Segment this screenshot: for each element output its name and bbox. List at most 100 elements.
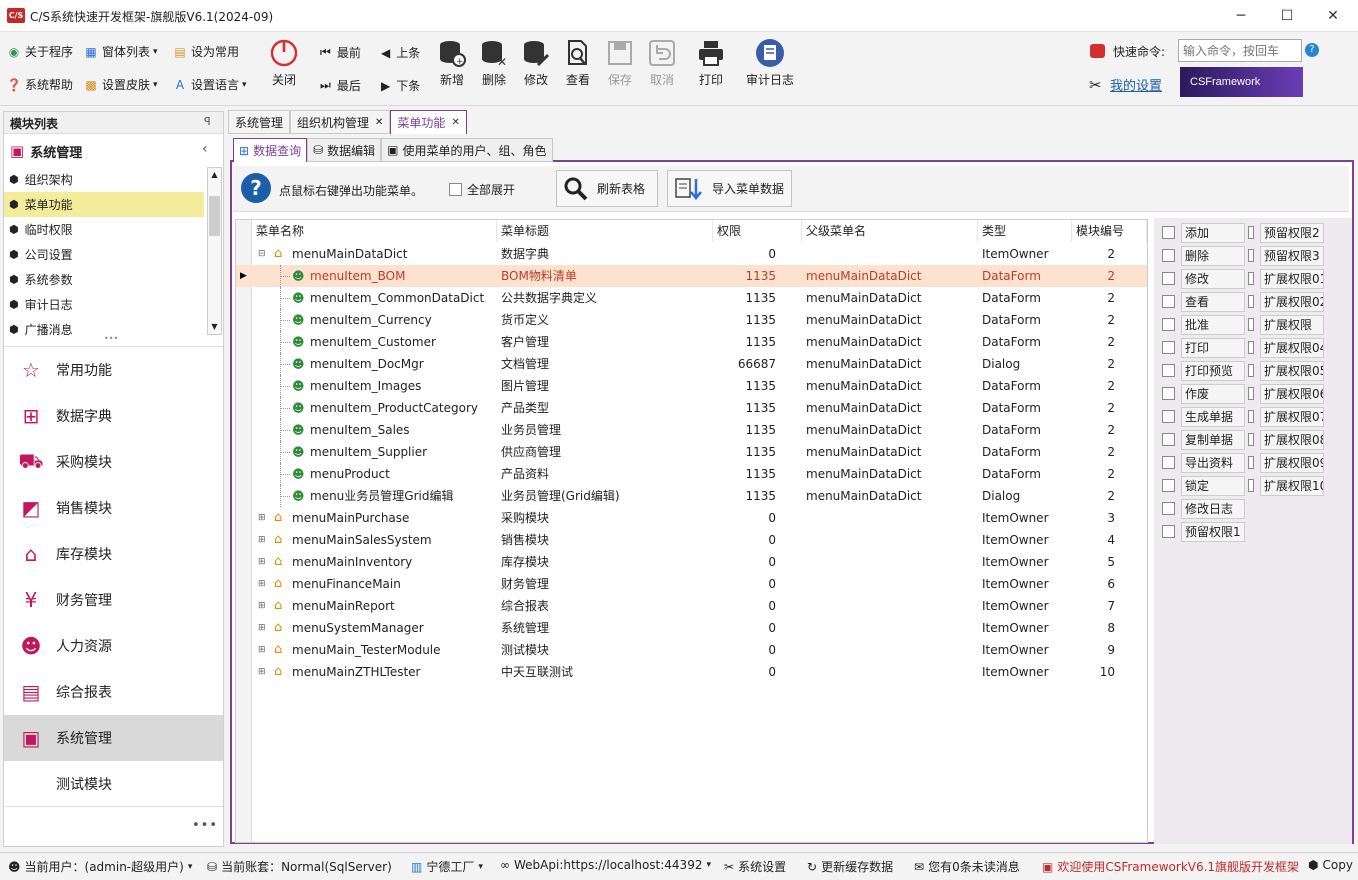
permission-checkbox[interactable]: 查看 (1162, 291, 1245, 312)
table-row[interactable]: ▶ ☻ menuItem_BOM BOM物料清单 1135 menuMainDataDic… (236, 265, 1147, 287)
permission-checkbox[interactable]: 生成单据 (1162, 406, 1245, 427)
import-menu-button[interactable]: 导入菜单数据 (667, 170, 792, 207)
permission-checkbox[interactable]: 扩展权限02 (1248, 291, 1324, 312)
col-header-type[interactable]: 类型 (978, 220, 1072, 242)
subtab-query[interactable]: ⊞ 数据查询 (233, 138, 308, 162)
delete-button[interactable]: ✕ 删除 (474, 38, 514, 88)
permission-checkbox[interactable]: 批准 (1162, 314, 1245, 335)
cancel-button[interactable]: 取消 (642, 38, 682, 88)
prev-record-button[interactable]: ◀ 上条 (381, 44, 420, 61)
expand-all-checkbox[interactable]: 全部展开 (449, 181, 515, 198)
chevron-down-icon[interactable]: ▾ (188, 862, 193, 872)
module-tree-item[interactable]: ⬢ 公司设置 (4, 242, 204, 267)
language-button[interactable]: A 设置语言 ▾ (172, 76, 247, 93)
tab-menu-functions[interactable]: 菜单功能 ✕ (390, 110, 467, 134)
module-group-header[interactable]: ▣ 系统管理 ‹ (4, 139, 223, 163)
nav-group-item[interactable]: ☻ 人力资源 (4, 623, 223, 669)
add-button[interactable]: + 新增 (432, 38, 472, 88)
next-record-button[interactable]: ▶ 下条 (381, 77, 420, 94)
close-tab-icon[interactable]: ✕ (375, 117, 383, 128)
expand-toggle-icon[interactable]: ⊞ (258, 573, 266, 595)
col-header-permission[interactable]: 权限 (713, 220, 802, 242)
table-row[interactable]: ☻ menuItem_CommonDataDict 公共数据字典定义 1135 menu… (236, 287, 1147, 309)
table-row[interactable]: ⊞ ⌂ menuMainPurchase 采购模块 0 ItemOwner 3 (236, 507, 1147, 529)
nav-group-item[interactable]: ⊞ 数据字典 (4, 393, 223, 439)
quick-command-input[interactable] (1178, 39, 1302, 62)
close-tab-icon[interactable]: ✕ (451, 117, 459, 128)
tab-system-management[interactable]: 系统管理 (228, 110, 291, 134)
permission-checkbox[interactable]: 作废 (1162, 383, 1245, 404)
nav-group-item[interactable]: ⛟ 采购模块 (4, 439, 223, 485)
set-favorite-button[interactable]: ▤ 设为常用 (172, 43, 239, 60)
permission-checkbox[interactable]: 扩展权限09 (1248, 452, 1324, 473)
nav-group-item[interactable]: ▤ 综合报表 (4, 669, 223, 715)
expand-toggle-icon[interactable]: ⊞ (258, 617, 266, 639)
expand-toggle-icon[interactable]: ⊞ (258, 661, 266, 683)
permission-checkbox[interactable]: 预留权限1 (1162, 521, 1245, 542)
table-row[interactable]: ☻ menuItem_Currency 货币定义 1135 menuMainDataDi… (236, 309, 1147, 331)
nav-group-item[interactable]: 测试模块 (4, 761, 223, 807)
tab-org-management[interactable]: 组织机构管理 ✕ (290, 110, 391, 134)
collapse-chevron-icon[interactable]: ‹ (202, 141, 208, 157)
nav-group-item[interactable]: ⌂ 库存模块 (4, 531, 223, 577)
subtab-edit[interactable]: ⛁ 数据编辑 (307, 138, 382, 162)
table-row[interactable]: ⊞ ⌂ menuFinanceMain 财务管理 0 ItemOwner 6 (236, 573, 1147, 595)
permission-checkbox[interactable]: 预留权限2 (1248, 222, 1324, 243)
edit-button[interactable]: 修改 (516, 38, 556, 88)
permission-checkbox[interactable]: 复制单据 (1162, 429, 1245, 450)
expand-toggle-icon[interactable]: ⊞ (258, 507, 266, 529)
expand-toggle-icon[interactable]: ⊞ (258, 639, 266, 661)
last-record-button[interactable]: ⏭ 最后 (320, 77, 361, 94)
module-tree-item[interactable]: ⬢ 临时权限 (4, 217, 204, 242)
status-system-settings[interactable]: ✂ 系统设置 (724, 858, 786, 875)
permission-checkbox[interactable]: 扩展权限08 (1248, 429, 1324, 450)
nav-group-item[interactable]: ☆ 常用功能 (4, 347, 223, 393)
permission-checkbox[interactable]: 锁定 (1162, 475, 1245, 496)
view-button[interactable]: 查看 (558, 38, 598, 88)
pin-panel-icon[interactable]: ꟼ (204, 115, 211, 128)
permission-checkbox[interactable]: 打印 (1162, 337, 1245, 358)
permission-checkbox[interactable]: 修改日志 (1162, 498, 1245, 519)
permission-checkbox[interactable]: 扩展权限06 (1248, 383, 1324, 404)
col-header-title[interactable]: 菜单标题 (497, 220, 713, 242)
window-list-button[interactable]: ▦ 窗体列表 ▾ (83, 43, 157, 60)
status-messages[interactable]: ✉ 您有0条未读消息 (914, 858, 1020, 875)
tree-scrollbar[interactable]: ▲ ▼ (207, 167, 222, 335)
module-tree-item[interactable]: ⬢ 组织架构 (4, 167, 204, 192)
col-header-module[interactable]: 模块编号 (1072, 220, 1147, 242)
nav-group-item[interactable]: ¥ 财务管理 (4, 577, 223, 623)
table-row[interactable]: ⊞ ⌂ menuMainZTHLTester 中天互联测试 0 ItemOwner 10 (236, 661, 1147, 683)
table-row[interactable]: ⊞ ⌂ menuMainInventory 库存模块 0 ItemOwner 5 (236, 551, 1147, 573)
permission-checkbox[interactable]: 扩展权限 (1248, 314, 1324, 335)
permission-checkbox[interactable]: 删除 (1162, 245, 1245, 266)
expand-toggle-icon[interactable]: ⊞ (258, 595, 266, 617)
table-row[interactable]: ☻ menuItem_Sales 业务员管理 1135 menuMainDataDict… (236, 419, 1147, 441)
col-header-name[interactable]: 菜单名称 (252, 220, 497, 242)
table-row[interactable]: ⊞ ⌂ menuSystemManager 系统管理 0 ItemOwner 8 (236, 617, 1147, 639)
permission-checkbox[interactable]: 扩展权限05 (1248, 360, 1324, 381)
status-webapi[interactable]: ∞ WebApi:https://localhost:44392 ▾ (500, 858, 711, 872)
audit-log-button[interactable]: 审计日志 (744, 38, 796, 88)
refresh-grid-button[interactable]: 刷新表格 (556, 170, 658, 207)
save-button[interactable]: 保存 (600, 38, 640, 88)
skin-button[interactable]: ▩ 设置皮肤 ▾ (83, 76, 157, 93)
nav-group-item[interactable]: ◩ 销售模块 (4, 485, 223, 531)
permission-checkbox[interactable]: 扩展权限10 (1248, 475, 1324, 496)
expand-toggle-icon[interactable]: ⊟ (258, 243, 266, 265)
about-button[interactable]: ◉ 关于程序 (6, 43, 73, 60)
module-tree-item[interactable]: ⬢ 菜单功能 (4, 192, 204, 217)
print-button[interactable]: 打印 (691, 38, 731, 88)
table-row[interactable]: ⊞ ⌂ menuMainSalesSystem 销售模块 0 ItemOwner 4 (236, 529, 1147, 551)
permission-checkbox[interactable]: 扩展权限04 (1248, 337, 1324, 358)
close-button[interactable]: 关闭 (264, 38, 304, 88)
permission-checkbox[interactable]: 扩展权限07 (1248, 406, 1324, 427)
status-refresh-cache[interactable]: ↻ 更新缓存数据 (807, 858, 893, 875)
permission-checkbox[interactable]: 添加 (1162, 222, 1245, 243)
module-tree-item[interactable]: ⬢ 审计日志 (4, 292, 204, 317)
first-record-button[interactable]: ⏮ 最前 (320, 44, 361, 61)
table-row[interactable]: ☻ menuItem_Supplier 供应商管理 1135 menuMainDataD… (236, 441, 1147, 463)
close-window-button[interactable]: ✕ (1310, 0, 1356, 32)
permission-checkbox[interactable]: 预留权限3 (1248, 245, 1324, 266)
table-row[interactable]: ☻ menuItem_ProductCategory 产品类型 1135 menuMai… (236, 397, 1147, 419)
col-header-parent[interactable]: 父级菜单名 (802, 220, 978, 242)
